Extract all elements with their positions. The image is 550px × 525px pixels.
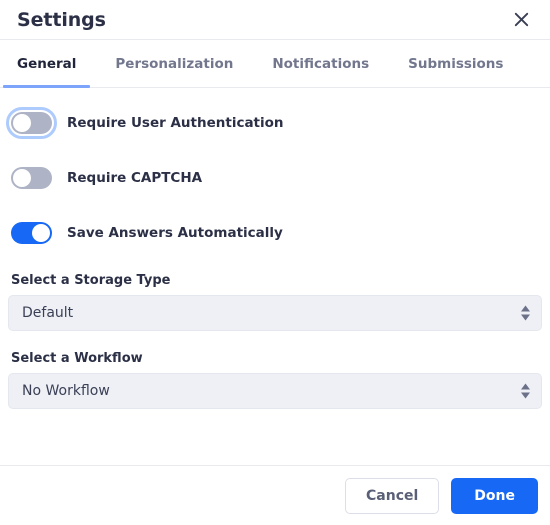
label-storage-type: Select a Storage Type <box>11 273 171 288</box>
cancel-button[interactable]: Cancel <box>345 477 440 514</box>
select-wrap-storage-type: Default <box>8 295 542 331</box>
toggle-label-require-user-authentication: Require User Authentication <box>67 115 284 131</box>
toggle-save-answers-automatically[interactable] <box>11 222 52 244</box>
select-workflow[interactable]: No Workflow <box>8 373 542 409</box>
toggle-require-captcha[interactable] <box>11 167 52 189</box>
modal-header: Settings <box>0 0 550 40</box>
tab-general[interactable]: General <box>3 40 91 88</box>
toggle-require-user-authentication[interactable] <box>6 107 57 139</box>
tab-bar: General Personalization Notifications Su… <box>0 40 550 88</box>
field-group-storage-type: Select a Storage Type Default <box>8 273 542 331</box>
select-storage-type[interactable]: Default <box>8 295 542 331</box>
tab-personalization[interactable]: Personalization <box>101 40 247 87</box>
toggle-label-require-captcha: Require CAPTCHA <box>67 170 203 186</box>
toggle-knob <box>32 224 50 242</box>
modal-footer: Cancel Done <box>0 465 550 525</box>
toggle-knob <box>13 169 31 187</box>
page-title: Settings <box>17 8 106 31</box>
toggle-knob <box>13 114 31 132</box>
close-icon[interactable] <box>508 7 534 33</box>
toggle-label-save-answers-automatically: Save Answers Automatically <box>67 225 283 241</box>
setting-row-require-user-authentication: Require User Authentication <box>6 107 542 139</box>
label-workflow: Select a Workflow <box>11 351 143 366</box>
modal-body: Require User Authentication Require CAPT… <box>0 88 550 465</box>
setting-row-save-answers-automatically: Save Answers Automatically <box>8 219 542 247</box>
select-wrap-workflow: No Workflow <box>8 373 542 409</box>
done-button[interactable]: Done <box>451 477 538 514</box>
tab-notifications[interactable]: Notifications <box>258 40 383 87</box>
settings-modal: Settings General Personalization Notific… <box>0 0 550 525</box>
tab-submissions[interactable]: Submissions <box>394 40 517 87</box>
setting-row-require-captcha: Require CAPTCHA <box>8 164 542 192</box>
field-group-workflow: Select a Workflow No Workflow <box>8 351 542 409</box>
